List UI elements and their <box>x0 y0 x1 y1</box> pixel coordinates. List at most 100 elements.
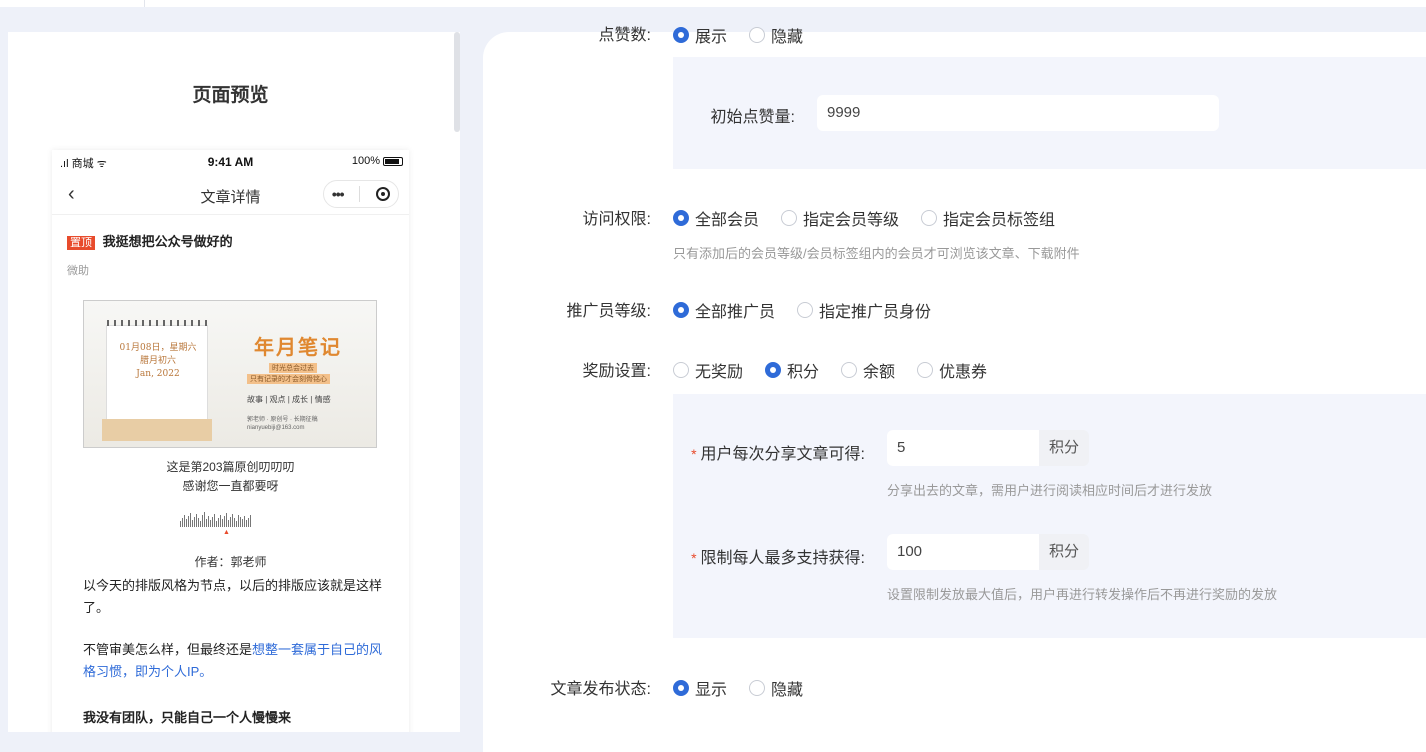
limit-points-unit: 积分 <box>1039 534 1090 570</box>
share-points-input[interactable]: 5 <box>887 430 1039 466</box>
radio-label: 指定会员等级 <box>803 212 900 229</box>
waveform-bar <box>226 513 227 527</box>
radio-circle[interactable] <box>841 362 858 378</box>
article-cover-image: 01月08日，星期六 腊月初六 Jan, 2022 年月笔记 时光总会过去 只有… <box>83 300 377 448</box>
article-author: 作者：郭老师 <box>194 555 267 569</box>
radio-circle[interactable] <box>921 210 938 226</box>
radio-circle[interactable] <box>781 210 798 226</box>
waveform-bar <box>236 521 237 527</box>
publish-show-radio[interactable]: 显示 <box>673 676 727 700</box>
radio-label: 隐藏 <box>771 29 804 46</box>
waveform-bar <box>220 515 221 527</box>
reward-coupon-radio[interactable]: 优惠券 <box>917 358 987 382</box>
access-radio-group: 全部会员 指定会员等级 指定会员标签组 <box>673 206 1077 230</box>
article-caption-2: 感谢您一直都要呀 <box>182 479 279 493</box>
waveform-bar <box>194 517 195 527</box>
top-bar <box>0 0 1426 7</box>
reward-points-radio[interactable]: 积分 <box>765 358 819 382</box>
radio-label: 指定推广员身份 <box>819 304 932 321</box>
reward-label: 奖励设置: <box>582 363 651 380</box>
radio-label: 显示 <box>695 682 728 699</box>
radio-label: 积分 <box>787 364 820 381</box>
cover-line-1: 时光总会过去 <box>269 363 317 373</box>
radio-circle[interactable] <box>749 27 766 43</box>
waveform-marker-icon: ▲ <box>223 529 230 536</box>
likes-label: 点赞数: <box>598 27 651 44</box>
promoter-all-radio[interactable]: 全部推广员 <box>673 298 775 322</box>
radio-circle[interactable] <box>765 362 782 378</box>
calendar-rings <box>107 320 209 326</box>
limit-points-label-text: 限制每人最多支持获得: <box>700 550 865 567</box>
more-dots-icon[interactable]: ••• <box>332 186 345 202</box>
battery-status: 100% <box>352 155 403 167</box>
close-target-icon[interactable] <box>376 187 391 201</box>
cover-title: 年月笔记 <box>254 337 342 359</box>
preview-scrollbar[interactable] <box>454 32 460 132</box>
waveform-bar <box>250 515 251 527</box>
radio-circle[interactable] <box>797 302 814 318</box>
cover-line-3: 故事 | 观点 | 成长 | 情感 <box>247 395 331 404</box>
initial-likes-label: 初始点赞量: <box>710 109 795 126</box>
access-member-level-radio[interactable]: 指定会员等级 <box>781 206 899 230</box>
waveform-bar <box>204 512 205 527</box>
radio-circle[interactable] <box>749 680 766 696</box>
waveform-bar <box>186 519 187 527</box>
share-points-label-text: 用户每次分享文章可得: <box>700 446 865 463</box>
waveform-bar <box>206 519 207 527</box>
waveform-bar <box>238 515 239 527</box>
required-asterisk: * <box>691 446 697 462</box>
waveform-bar <box>228 520 229 527</box>
publish-hide-radio[interactable]: 隐藏 <box>749 676 803 700</box>
share-points-unit: 积分 <box>1039 430 1090 466</box>
radio-label: 全部会员 <box>695 212 760 229</box>
battery-icon <box>383 156 403 166</box>
radio-circle[interactable] <box>917 362 934 378</box>
waveform-bar <box>240 517 241 527</box>
radio-circle[interactable] <box>673 27 689 43</box>
radio-circle[interactable] <box>673 302 689 318</box>
top-bar-divider <box>144 0 145 7</box>
reward-balance-radio[interactable]: 余额 <box>841 358 895 382</box>
waveform-bar <box>244 516 245 527</box>
waveform-bar <box>190 513 191 527</box>
access-member-tag-radio[interactable]: 指定会员标签组 <box>921 206 1055 230</box>
cover-line-5: nianyuebiji@163.com <box>247 425 305 431</box>
miniprogram-capsule: ••• <box>323 180 399 208</box>
radio-label: 无奖励 <box>695 364 744 381</box>
likes-hide-radio[interactable]: 隐藏 <box>749 23 803 47</box>
radio-label: 隐藏 <box>771 682 804 699</box>
share-points-label: * 用户每次分享文章可得: <box>640 440 865 464</box>
paragraph-2-text: 不管审美怎么样，但最终还是 <box>83 642 253 657</box>
radio-label: 展示 <box>695 29 728 46</box>
reward-radio-group: 无奖励 积分 余额 优惠券 <box>673 358 1009 382</box>
article-source: 微助 <box>67 265 89 277</box>
waveform-bar <box>216 521 217 527</box>
preview-title: 页面预览 <box>192 85 269 106</box>
radio-circle[interactable] <box>673 210 689 226</box>
publish-radio-group: 显示 隐藏 <box>673 676 825 700</box>
access-all-members-radio[interactable]: 全部会员 <box>673 206 759 230</box>
promoter-specific-radio[interactable]: 指定推广员身份 <box>797 298 931 322</box>
waveform-bar <box>234 518 235 527</box>
limit-points-label: * 限制每人最多支持获得: <box>640 544 865 568</box>
waveform-bar <box>232 514 233 527</box>
calendar-date-line2: 腊月初六 <box>139 356 176 366</box>
waveform-bar <box>184 515 185 527</box>
calendar-stand <box>102 419 212 441</box>
waveform-bar <box>180 521 181 527</box>
radio-circle[interactable] <box>673 680 689 696</box>
limit-points-input[interactable]: 100 <box>887 534 1039 570</box>
waveform-bar <box>242 519 243 527</box>
waveform-bar <box>196 514 197 527</box>
radio-label: 余额 <box>863 364 896 381</box>
article-headline-row: 置顶 我挺想把公众号做好的 <box>67 231 233 250</box>
waveform-bar <box>248 518 249 527</box>
radio-label: 全部推广员 <box>695 304 776 321</box>
radio-circle[interactable] <box>673 362 689 378</box>
cover-line-2: 只有记录的才会刻骨铭心 <box>247 374 330 384</box>
likes-show-radio[interactable]: 展示 <box>673 23 727 47</box>
waveform-bar <box>182 518 183 527</box>
initial-likes-input[interactable]: 9999 <box>817 95 1219 131</box>
article-paragraph-1: 以今天的排版风格为节点，以后的排版应该就是这样了。 <box>83 578 383 615</box>
reward-none-radio[interactable]: 无奖励 <box>673 358 743 382</box>
